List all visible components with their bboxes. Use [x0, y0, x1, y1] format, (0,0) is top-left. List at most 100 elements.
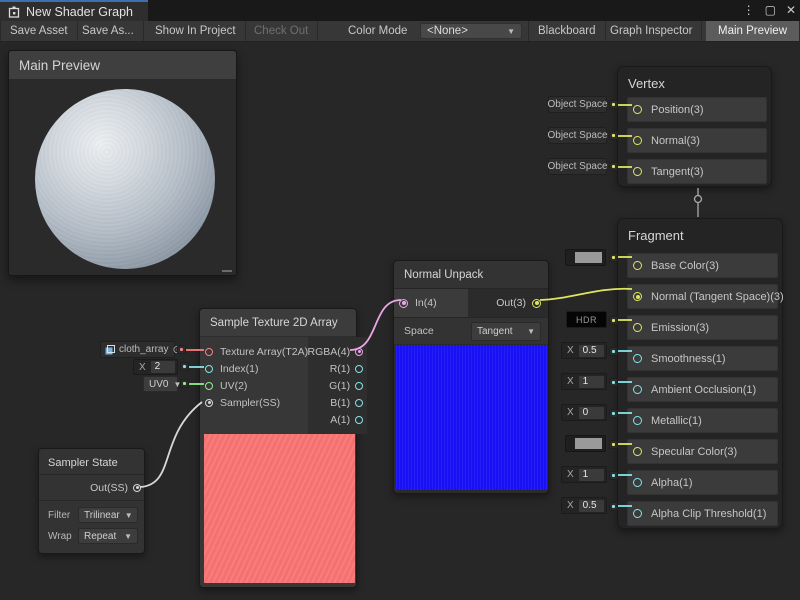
specular-color-swatch[interactable]: [565, 435, 606, 452]
out-port[interactable]: [532, 299, 541, 308]
g-port[interactable]: [355, 382, 363, 390]
object-space-badge[interactable]: Object Space: [548, 96, 607, 113]
output-r: R(1): [308, 360, 367, 377]
connector-dot: [180, 379, 189, 388]
alpha-clip-threshold-field[interactable]: X 0.5: [561, 497, 607, 514]
fragment-node[interactable]: Fragment Base Color(3) Normal (Tangent S…: [617, 218, 783, 529]
smoothness-field[interactable]: X 0.5: [561, 342, 607, 359]
index-field[interactable]: X 2: [133, 359, 178, 375]
close-icon[interactable]: ✕: [786, 0, 796, 21]
metallic-port[interactable]: [633, 416, 642, 425]
graph-inspector-button[interactable]: Graph Inspector: [601, 21, 702, 41]
position-input-port[interactable]: [633, 105, 642, 114]
save-asset-button[interactable]: Save Asset: [0, 21, 78, 41]
wrap-dropdown[interactable]: Repeat ▼: [78, 528, 138, 544]
sampler-out-row: Out(SS): [39, 475, 144, 501]
rgba-port[interactable]: [355, 348, 363, 356]
alpha-field[interactable]: X 1: [561, 466, 607, 483]
show-in-project-button[interactable]: Show In Project: [146, 21, 246, 41]
metallic-label: Metallic(1): [651, 415, 702, 427]
menu-icon[interactable]: ⋮: [743, 0, 755, 21]
save-as-button[interactable]: Save As...: [73, 21, 144, 41]
filter-label: Filter: [48, 510, 70, 521]
normal-unpack-node[interactable]: Normal Unpack In(4) Out(3) Space Tangent…: [393, 260, 549, 494]
dropdown-arrow-icon: ▼: [507, 27, 515, 36]
object-space-badge[interactable]: Object Space: [548, 127, 607, 144]
object-space-connector-dot: [609, 162, 618, 171]
vertex-row-tangent: Tangent(3): [627, 159, 767, 184]
emission-hdr-field[interactable]: HDR: [566, 311, 607, 328]
smoothness-port[interactable]: [633, 354, 642, 363]
uv-channel-dropdown[interactable]: UV0 ▼: [143, 376, 178, 392]
uv-port[interactable]: [205, 382, 213, 390]
sampler-state-node[interactable]: Sampler State Out(SS) Filter Trilinear ▼…: [38, 448, 145, 554]
resize-handle[interactable]: [222, 270, 232, 272]
b-port[interactable]: [355, 399, 363, 407]
connector-dot: [609, 409, 618, 418]
tab-new-shader-graph[interactable]: New Shader Graph: [0, 0, 148, 21]
normal-unpack-preview: [396, 345, 548, 490]
emission-port[interactable]: [633, 323, 642, 332]
object-space-connector-dot: [609, 131, 618, 140]
connector-dot: [609, 471, 618, 480]
normal-input-port[interactable]: [633, 136, 642, 145]
filter-dropdown[interactable]: Trilinear ▼: [78, 507, 138, 523]
space-dropdown[interactable]: Tangent ▼: [471, 322, 541, 341]
cloth-array-name: cloth_array: [119, 344, 168, 355]
toolbar: Save Asset Save As... Show In Project Ch…: [0, 21, 800, 42]
blackboard-button[interactable]: Blackboard: [528, 21, 606, 41]
sampler-port[interactable]: [205, 399, 213, 407]
preview-sphere[interactable]: [35, 89, 215, 269]
metallic-field[interactable]: X 0: [561, 404, 607, 421]
tangent-input-port[interactable]: [633, 167, 642, 176]
index-port[interactable]: [205, 365, 213, 373]
normal-unpack-title: Normal Unpack: [394, 261, 548, 289]
wrap-label: Wrap: [48, 531, 72, 542]
vertex-node[interactable]: Vertex Position(3) Normal(3) Tangent(3): [617, 66, 772, 187]
check-out-button: Check Out: [245, 21, 318, 41]
color-mode-dropdown[interactable]: <None> ▼: [420, 23, 522, 39]
connector-dot: [609, 253, 618, 262]
input-uv: UV(2): [200, 377, 308, 394]
input-index: Index(1): [200, 360, 308, 377]
sample-outputs: RGBA(4) R(1) G(1) B(1) A(1): [308, 337, 367, 434]
cloth-array-object-field[interactable]: cloth_array ⊙: [100, 341, 175, 358]
main-preview-panel[interactable]: Main Preview: [8, 50, 237, 276]
a-port[interactable]: [355, 416, 363, 424]
r-port[interactable]: [355, 365, 363, 373]
base-color-swatch[interactable]: [565, 249, 606, 266]
sample-texture-preview: [204, 434, 355, 583]
ambient-occlusion-field[interactable]: X 1: [561, 373, 607, 390]
texture-array-port[interactable]: [205, 348, 213, 356]
object-space-badge[interactable]: Object Space: [548, 158, 607, 175]
base-color-port[interactable]: [633, 261, 642, 270]
specular-color-label: Specular Color(3): [651, 446, 737, 458]
alpha-port[interactable]: [633, 478, 642, 487]
shader-graph-window: New Shader Graph ⋮ ▢ ✕ Save Asset Save A…: [0, 0, 800, 600]
maximize-icon[interactable]: ▢: [765, 0, 776, 21]
normal-tangent-space-label: Normal (Tangent Space)(3): [651, 291, 784, 303]
specular-color-port[interactable]: [633, 447, 642, 456]
sample-texture-2d-array-node[interactable]: Sample Texture 2D Array Texture Array(T2…: [199, 308, 357, 588]
object-space-connector-dot: [609, 100, 618, 109]
fragment-row-metallic: Metallic(1): [627, 408, 778, 433]
output-a: A(1): [308, 411, 367, 428]
out-ss-port[interactable]: [133, 484, 141, 492]
in-port[interactable]: [399, 299, 408, 308]
sample-node-title: Sample Texture 2D Array: [200, 309, 356, 337]
output-b: B(1): [308, 394, 367, 411]
ambient-occlusion-port[interactable]: [633, 385, 642, 394]
main-preview-button[interactable]: Main Preview: [706, 21, 800, 41]
dropdown-arrow-icon: ▼: [120, 511, 133, 520]
space-label: Space: [404, 325, 434, 337]
normal-tangent-space-port[interactable]: [633, 292, 642, 301]
alpha-clip-threshold-port[interactable]: [633, 509, 642, 518]
color-mode-value: <None>: [427, 25, 468, 37]
vertex-node-title: Vertex: [618, 67, 771, 97]
tangent-label: Tangent(3): [651, 166, 704, 178]
input-sampler: Sampler(SS): [200, 394, 308, 411]
fragment-row-normal-ts: Normal (Tangent Space)(3): [627, 284, 778, 309]
normal-label: Normal(3): [651, 135, 700, 147]
smoothness-label: Smoothness(1): [651, 353, 726, 365]
filter-row: Filter Trilinear ▼: [39, 505, 144, 526]
